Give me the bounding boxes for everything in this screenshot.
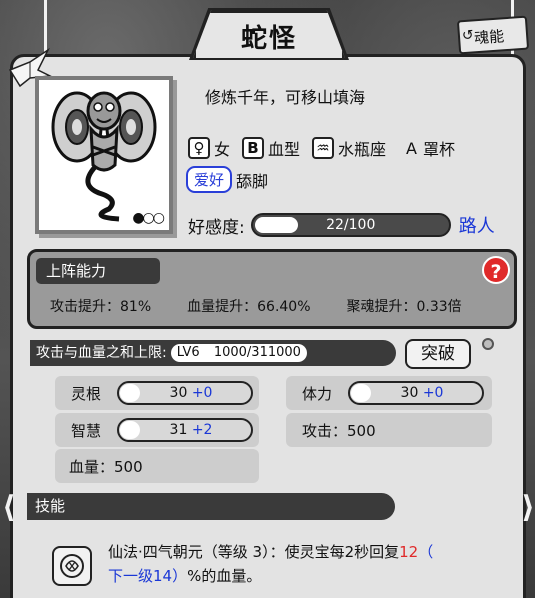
- character-motto: 修炼千年，可移山填海: [205, 88, 366, 107]
- aquarius-icon: ♒: [312, 137, 335, 159]
- stat-bonus-zhihui: +2: [191, 422, 213, 438]
- favor-rank-link[interactable]: 路人: [459, 212, 495, 238]
- stat-bar-lingen[interactable]: 30 +0: [117, 381, 253, 405]
- stat-label-zhihui: 智慧: [70, 421, 101, 440]
- female-symbol-icon: ♀: [188, 137, 210, 159]
- cap-row: 攻击与血量之和上限: LV6 1000/311000: [30, 340, 396, 366]
- favor-label: 好感度:: [188, 217, 245, 238]
- hp-value: 血量：500: [69, 457, 143, 476]
- skill-line2: %的血量。: [187, 567, 262, 585]
- attribute-row: ♀ 女 B 血型 ♒ 水瓶座 A 罩杯: [188, 136, 467, 160]
- prev-arrow-icon[interactable]: ⟨: [2, 490, 16, 525]
- stat-base-tili: 30: [400, 385, 419, 401]
- stat-bonus-tili: +0: [422, 385, 444, 401]
- attribute-zodiac: ♒ 水瓶座: [312, 136, 386, 160]
- blood-type-icon: B: [242, 137, 265, 159]
- stat-card-attack: 攻击：500: [286, 413, 492, 447]
- stat-base-lingen: 30: [169, 385, 188, 401]
- battle-ability-box: 上阵能力 ? 攻击提升：81% 血量提升：66.40% 聚魂提升：0.33倍: [27, 249, 517, 329]
- stat-card-lingen: 灵根 30 +0: [55, 376, 259, 410]
- stat-bonus-lingen: +0: [191, 385, 213, 401]
- battle-ability-title: 上阵能力: [36, 258, 160, 284]
- attack-boost: 攻击提升：81%: [50, 299, 152, 315]
- stat-card-zhihui: 智慧 31 +2: [55, 413, 259, 447]
- character-name: 蛇怪: [240, 24, 297, 54]
- zodiac-label: 水瓶座: [338, 140, 387, 159]
- attribute-cup: A 罩杯: [406, 136, 455, 160]
- hobby-row: 爱好 舔脚: [186, 166, 268, 193]
- cup-size-icon: A: [406, 138, 417, 158]
- cap-label: 攻击与血量之和上限:: [36, 345, 167, 361]
- soul-drops-icon: ●○○: [132, 210, 165, 226]
- favor-progress-bar: 22/100: [250, 213, 451, 237]
- breakthrough-button[interactable]: 突破: [405, 339, 471, 369]
- cap-value: 1000/311000: [213, 345, 301, 360]
- attack-value: 攻击：500: [302, 421, 376, 440]
- cup-label: 罩杯: [423, 140, 456, 159]
- cobra-portrait-icon: [51, 91, 157, 222]
- swirl-icon: ↺: [461, 27, 475, 45]
- soul-energy-sign[interactable]: ↺ 魂能: [456, 15, 530, 55]
- skill-line1: 仙法·四气朝元（等级 3）：使灵宝每2秒回复: [108, 543, 400, 561]
- stat-bar-tili[interactable]: 30 +0: [348, 381, 484, 405]
- skill-description: 仙法·四气朝元（等级 3）：使灵宝每2秒回复12（ 下一级14）%的血量。: [108, 540, 508, 588]
- stat-value-tili: 30 +0: [350, 383, 482, 403]
- hobby-tag: 爱好: [186, 166, 233, 193]
- hobby-value: 舔脚: [236, 171, 269, 191]
- cap-level: LV6: [176, 345, 200, 360]
- skill-swirl-icon[interactable]: [52, 546, 92, 586]
- side-ring-icon: [482, 338, 494, 350]
- stat-card-hp: 血量：500: [55, 449, 259, 483]
- battle-stats: 攻击提升：81% 血量提升：66.40% 聚魂提升：0.33倍: [50, 296, 462, 316]
- favor-progress-text: 22/100: [326, 217, 376, 233]
- stat-label-tili: 体力: [301, 384, 332, 403]
- blood-type-label: 血型: [268, 140, 301, 159]
- skill-next-level: 下一级14）: [108, 567, 188, 585]
- stat-bar-zhihui[interactable]: 31 +2: [117, 418, 253, 442]
- next-arrow-icon[interactable]: ⟩: [521, 490, 535, 525]
- skills-title: 技能: [27, 493, 395, 520]
- cap-progress: LV6 1000/311000: [170, 344, 307, 362]
- soul-boost: 聚魂提升：0.33倍: [346, 299, 462, 315]
- stat-base-zhihui: 31: [169, 422, 188, 438]
- attribute-gender: ♀ 女: [188, 136, 230, 160]
- character-portrait[interactable]: ●○○: [35, 76, 173, 234]
- gender-label: 女: [214, 140, 231, 159]
- stat-value-lingen: 30 +0: [119, 383, 251, 403]
- skill-paren: （: [418, 543, 434, 561]
- skill-current-value: 12: [399, 543, 419, 561]
- hp-boost: 血量提升：66.40%: [187, 299, 311, 315]
- soul-energy-label: 魂能: [473, 27, 505, 48]
- stat-label-lingen: 灵根: [70, 384, 101, 403]
- help-button[interactable]: ?: [482, 256, 510, 284]
- stat-card-tili: 体力 30 +0: [286, 376, 492, 410]
- attribute-blood-type: B 血型: [242, 136, 300, 160]
- favor-row: 好感度: 22/100 路人: [188, 212, 495, 238]
- cap-bar: 攻击与血量之和上限: LV6 1000/311000: [30, 340, 396, 366]
- stat-value-zhihui: 31 +2: [119, 420, 251, 440]
